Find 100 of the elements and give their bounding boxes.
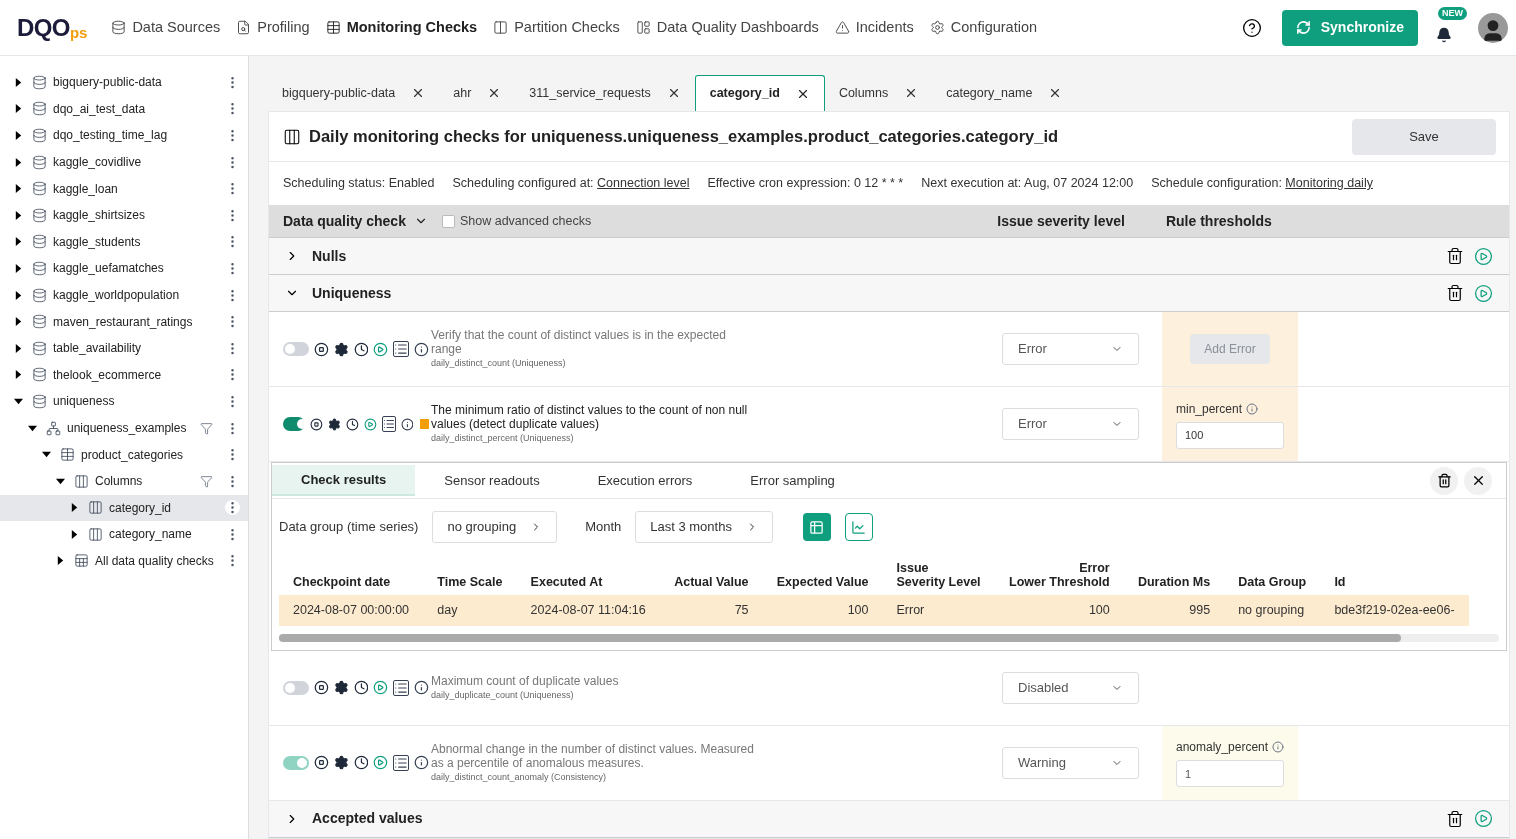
table-cell: day [423, 595, 517, 626]
tree-item[interactable]: kaggle_uefamatches [0, 255, 248, 282]
category-name: Nulls [312, 246, 348, 266]
nav-item[interactable]: Configuration [929, 16, 1038, 39]
severity-select[interactable]: Error [1002, 408, 1139, 440]
schedule-link[interactable]: Connection level [597, 176, 690, 191]
tree-label: kaggle_covidlive [53, 154, 143, 172]
tree-item[interactable]: kaggle_worldpopulation [0, 281, 248, 309]
tree-item[interactable]: Columns [0, 467, 248, 495]
tree-item[interactable]: dqo_ai_test_data [0, 95, 248, 123]
tree-label: kaggle_shirtsizes [53, 207, 147, 225]
tree-label: uniqueness_examples [67, 420, 188, 437]
tree-item[interactable]: All data quality checks [0, 547, 248, 575]
category-name: Uniqueness [312, 283, 393, 303]
check-name: daily_distinct_count (Uniqueness) [431, 356, 567, 370]
check-description: Verify that the count of distinct values is in the expected range [431, 327, 727, 356]
column-header: Expected Value [762, 555, 883, 595]
editor-tab[interactable]: 311_service_requests [515, 75, 695, 111]
table-cell: 100 [994, 595, 1124, 626]
editor-tab[interactable]: category_id [694, 75, 825, 111]
schedule-info: Scheduling status: Enabled [283, 175, 435, 193]
grouping-select[interactable]: no grouping [432, 511, 558, 543]
check-description: The minimum ratio of distinct values to the count of non null values (detect duplicate values) [431, 402, 749, 431]
column-header: Checkpoint date [279, 555, 424, 595]
category-row[interactable]: Nulls [269, 238, 1509, 275]
schedule-info: Next execution at: Aug, 07 2024 12:00 [921, 175, 1134, 193]
tree-item[interactable]: thelook_ecommerce [0, 361, 248, 389]
table-cell: 2024-08-07 11:04:16 [516, 595, 661, 626]
results-tab[interactable]: Execution errors [568, 465, 722, 496]
editor-tab[interactable]: ahr [439, 75, 516, 111]
editor-tab[interactable]: Columns [824, 75, 933, 111]
nav-item[interactable]: Monitoring Checks [325, 16, 478, 39]
tree-item[interactable]: product_categories [0, 441, 248, 468]
logo[interactable]: DQOps [17, 9, 88, 46]
schedule-info: Schedule configuration: Monitoring daily [1151, 175, 1373, 193]
column-header: Issue severity level [997, 211, 1125, 231]
threshold-label: min_percent [1176, 400, 1243, 418]
nav-item[interactable]: Incidents [834, 16, 914, 39]
tree-item[interactable]: kaggle_covidlive [0, 148, 248, 176]
nav-item[interactable]: Data Sources [111, 16, 221, 39]
new-badge: NEW [1438, 6, 1467, 20]
tree-label: dqo_testing_time_lag [53, 127, 169, 145]
threshold-input[interactable]: 100 [1176, 421, 1284, 449]
tree-label: kaggle_worldpopulation [53, 287, 181, 305]
nav-item[interactable]: Data Quality Dashboards [635, 16, 819, 39]
tree-item[interactable]: kaggle_shirtsizes [0, 201, 248, 229]
tree-label: table_availability [53, 340, 143, 358]
column-header: Id [1320, 555, 1469, 595]
schedule-link[interactable]: Monitoring daily [1285, 176, 1373, 191]
editor-tab[interactable]: bigquery-public-data [268, 75, 440, 111]
column-header: Executed At [516, 555, 661, 595]
severity-select[interactable]: Error [1002, 333, 1139, 365]
checkbox-label: Show advanced checks [459, 212, 592, 230]
column-header: Actual Value [660, 555, 763, 595]
nav-item[interactable]: Partition Checks [493, 16, 620, 39]
tree-label: dqo_ai_test_data [53, 100, 147, 118]
tree-label: kaggle_uefamatches [53, 260, 165, 278]
tree-item[interactable]: bigquery-public-data [0, 69, 248, 96]
column-header: Issue Severity Level [882, 555, 995, 595]
threshold-label: anomaly_percent [1176, 739, 1269, 757]
tree-item[interactable]: category_id [0, 494, 248, 522]
threshold-input[interactable]: 1 [1176, 760, 1284, 788]
tree-item[interactable]: category_name [0, 521, 248, 548]
tree-item[interactable]: kaggle_students [0, 228, 248, 256]
tree-item[interactable]: uniqueness_examples [0, 414, 248, 442]
month-label: Month [585, 518, 622, 537]
category-row[interactable]: Uniqueness [269, 275, 1509, 312]
column-header: Rule thresholds [1165, 211, 1272, 231]
check-name: daily_distinct_percent (Uniqueness) [431, 431, 575, 445]
check-name: daily_distinct_count_anomaly (Consistency) [431, 770, 608, 784]
column-header: Data Group [1224, 555, 1321, 595]
tree-label: kaggle_loan [53, 180, 119, 198]
check-name: daily_duplicate_count (Uniqueness) [431, 688, 575, 702]
category-row[interactable]: Accepted values [269, 800, 1509, 838]
results-tab[interactable]: Error sampling [721, 465, 864, 496]
tree-label: thelook_ecommerce [53, 366, 163, 384]
results-tab[interactable]: Sensor readouts [415, 465, 569, 496]
tree-item[interactable]: kaggle_loan [0, 175, 248, 202]
tree-item[interactable]: uniqueness [0, 388, 248, 415]
tree-item[interactable]: table_availability [0, 334, 248, 362]
severity-select[interactable]: Disabled [1002, 671, 1139, 704]
column-header: Error Lower Threshold [994, 555, 1124, 595]
editor-tab[interactable]: category_name [932, 75, 1077, 111]
month-select[interactable]: Last 3 months [635, 511, 773, 543]
page-title: Daily monitoring checks for uniqueness.uniqueness_examples.product_categories.category_id [309, 126, 1060, 148]
table-cell: Error [882, 595, 995, 626]
tree-item[interactable]: dqo_testing_time_lag [0, 122, 248, 149]
tree-label: uniqueness [53, 393, 116, 411]
severity-select[interactable]: Warning [1002, 746, 1139, 779]
save-button[interactable]: Save [1352, 118, 1496, 155]
column-header: Duration Ms [1123, 555, 1225, 595]
tree-item[interactable]: maven_restaurant_ratings [0, 308, 248, 335]
table-cell: 995 [1123, 595, 1225, 626]
tree-label: Columns [95, 473, 144, 491]
tree-label: product_categories [81, 446, 185, 464]
check-description: Abnormal change in the number of distinct values. Measured as a percentile of anomalous measures. [431, 741, 755, 770]
results-tab[interactable]: Check results [272, 465, 416, 496]
column-header: Time Scale [423, 555, 517, 595]
tree-label: All data quality checks [95, 553, 215, 570]
nav-item[interactable]: Profiling [236, 16, 310, 39]
